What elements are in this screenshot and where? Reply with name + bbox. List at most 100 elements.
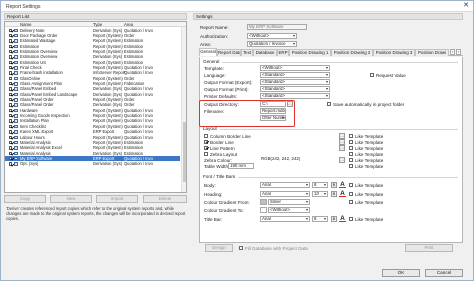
tab-position-drawing-1[interactable]: Position Drawing 1 [289,49,331,56]
output-format-print-select[interactable]: <Standard> [260,86,330,92]
row-checkbox[interactable] [9,98,13,102]
row-checkbox[interactable] [9,44,13,48]
like-template-checkbox-2[interactable] [349,140,353,144]
row-checkbox[interactable] [9,28,13,32]
like-template-checkbox-7[interactable] [349,183,353,187]
column-header-area[interactable]: Area [124,22,133,27]
report-list-grid: Name Type Area Delivery Note Derivation (… [4,21,187,193]
body-size-select[interactable]: 8 [312,182,328,188]
template-select[interactable]: <Without> [260,65,330,71]
close-icon[interactable]: ✕ [462,2,470,10]
like-template-checkbox-3[interactable] [349,146,353,150]
title-bar-font-select[interactable]: Arial [260,216,310,222]
row-checkbox[interactable] [9,146,13,150]
authorization-select[interactable]: <Without> [247,33,297,39]
copy-button[interactable]: Copy [4,195,46,203]
colour-gradient-from-select[interactable]: Silver [268,199,310,205]
printer-defaults-select[interactable]: <Standard> [260,93,330,99]
heading-size-select[interactable]: 10 [312,191,328,197]
row-checkbox[interactable] [9,71,13,75]
row-checkbox[interactable] [9,124,13,129]
row-checkbox[interactable] [9,92,13,97]
row-checkbox[interactable] [9,140,13,145]
like-template-checkbox-10[interactable] [349,217,353,221]
like-template-checkbox-1[interactable] [349,134,353,138]
heading-font-select[interactable]: Arial [260,191,310,197]
tab-position-drawing-2[interactable]: Position Drawing 2 [331,49,373,56]
report-name-field[interactable]: My ERP Software [247,24,307,30]
tab-position-drawing-3[interactable]: Position Drawing 3 [373,49,415,56]
row-checkbox[interactable] [9,103,13,107]
heading-bold-button[interactable]: B [331,191,337,197]
language-select[interactable]: <Standard> [260,72,330,78]
row-checkbox[interactable] [9,114,13,118]
heading-font-colour-icon[interactable]: A [339,190,346,198]
output-format-export-select[interactable]: <Standard> [260,79,330,85]
table-width-field[interactable]: 190 mm [228,163,254,169]
area-select[interactable]: Quotation / Invoice [247,41,297,47]
zebra-colour-picker-button[interactable]: … [339,157,345,163]
save-auto-checkbox[interactable] [327,102,331,106]
body-bold-button[interactable]: B [331,182,337,188]
list-item[interactable]: Opt. (Sys) Derivation (Sys) Quotation / In… [5,161,180,166]
row-checkbox[interactable] [9,65,13,70]
border-line-checkbox[interactable] [204,140,208,144]
body-font-colour-icon[interactable]: A [339,181,346,189]
like-template-checkbox-5[interactable] [349,158,353,162]
row-checkbox[interactable] [9,76,13,81]
tab-general[interactable]: General [199,48,217,56]
design-button[interactable]: Design [205,244,233,252]
colour-gradient-to-select[interactable]: <Without> [268,207,310,213]
line-pattern-picker-button[interactable]: … [339,145,345,151]
row-checkbox[interactable] [9,119,13,123]
row-checkbox[interactable] [9,49,13,54]
gradient-from-swatch [260,199,267,205]
like-template-checkbox-8[interactable] [349,192,353,196]
row-checkbox[interactable] [9,156,13,161]
title-bar-bold-button[interactable]: B [331,216,337,222]
print-button[interactable]: Print [405,244,453,252]
row-checkbox[interactable] [9,82,13,86]
tab-scroll-right-icon[interactable]: › [456,49,461,55]
row-checkbox[interactable] [9,55,13,59]
like-template-checkbox-4[interactable] [349,152,353,156]
tab-position-drawing-4[interactable]: Position Drawi [415,49,449,56]
like-template-checkbox-6[interactable] [349,164,353,168]
title-bar-size-select[interactable]: 8 [312,216,328,222]
row-checkbox[interactable] [9,135,13,139]
ok-button[interactable]: OK [382,269,420,277]
scrollbar-thumb[interactable] [183,122,186,182]
report-icon [14,87,18,91]
row-checkbox[interactable] [9,162,13,166]
title-bar-font-colour-icon[interactable]: A [339,215,346,223]
tab-erp[interactable]: ERP [277,49,289,56]
tab-text[interactable]: Text [241,49,253,56]
row-checkbox[interactable] [9,33,13,38]
tab-database[interactable]: Database [253,49,277,56]
tab-scroll-left-icon[interactable]: ‹ [450,49,455,55]
new-button[interactable]: New [50,195,92,203]
row-checkbox[interactable] [9,87,13,91]
column-header-name[interactable]: Name [20,22,31,27]
report-icon [14,140,18,145]
cancel-button[interactable]: Cancel [425,269,463,277]
column-border-checkbox[interactable] [204,134,208,138]
row-checkbox[interactable] [9,39,13,43]
row-checkbox[interactable] [9,108,13,113]
delete-button[interactable]: Delete [143,195,187,203]
fill-database-checkbox[interactable] [239,246,243,250]
request-value-checkbox[interactable] [370,73,374,77]
like-template-label-10: Like Template [355,217,384,222]
row-checkbox[interactable] [9,130,13,134]
row-checkbox[interactable] [9,60,13,64]
column-header-type[interactable]: Type [93,22,102,27]
report-list-scrollbar[interactable] [181,27,186,192]
body-font-select[interactable]: Arial [260,182,310,188]
tab-report-data[interactable]: Report Data [217,49,241,56]
import-button[interactable]: Import [96,195,138,203]
like-template-checkbox-9[interactable] [349,200,353,204]
line-pattern-checkbox[interactable] [204,146,208,150]
report-icon [14,92,18,97]
row-checkbox[interactable] [9,151,13,155]
zebra-layout-checkbox[interactable] [204,152,208,156]
